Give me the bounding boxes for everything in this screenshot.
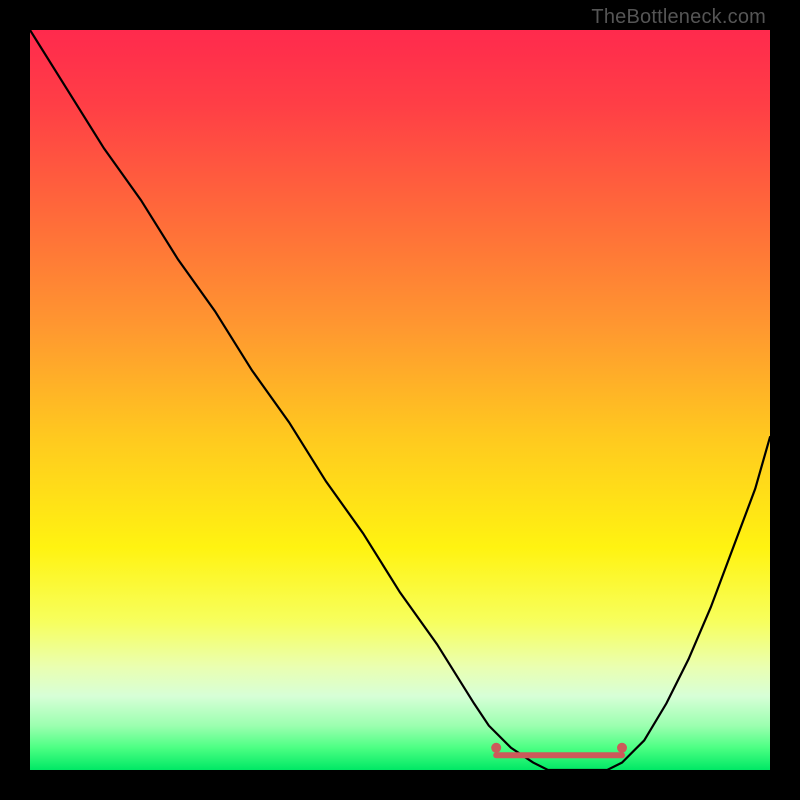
optimum-right-marker	[617, 743, 627, 753]
plot-area	[30, 30, 770, 770]
optimum-left-marker	[491, 743, 501, 753]
bottleneck-curve	[30, 30, 770, 770]
chart-frame: TheBottleneck.com	[0, 0, 800, 800]
watermark-text: TheBottleneck.com	[591, 6, 766, 29]
curve-layer	[30, 30, 770, 770]
